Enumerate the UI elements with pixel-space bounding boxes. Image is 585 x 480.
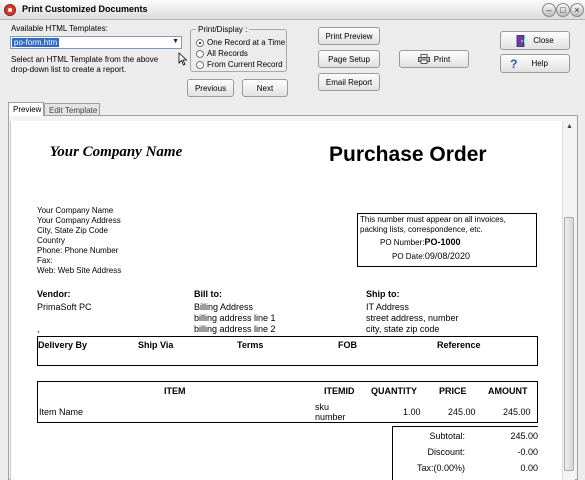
po-date-value: 09/08/2020 bbox=[424, 251, 470, 261]
radio-one-record[interactable]: One Record at a Time bbox=[196, 38, 285, 47]
discount-value: -0.00 bbox=[517, 447, 538, 457]
template-select[interactable]: po-form.htm ▼ bbox=[10, 36, 182, 49]
po-date-row: PO Date:09/08/2020 bbox=[392, 251, 470, 261]
print-preview-button[interactable]: Print Preview bbox=[318, 27, 380, 45]
vendor-block: Vendor: PrimaSoft PC , bbox=[37, 289, 92, 334]
column-header: Terms bbox=[237, 340, 264, 350]
column-header: QUANTITY bbox=[371, 386, 417, 396]
ship-to-block: Ship to: IT Address street address, numb… bbox=[366, 289, 459, 334]
scroll-up-icon[interactable]: ▲ bbox=[563, 121, 576, 133]
company-name-heading: Your Company Name bbox=[49, 144, 183, 160]
ship-line: IT Address bbox=[366, 302, 409, 312]
maximize-button[interactable]: □ bbox=[556, 3, 570, 17]
app-icon bbox=[4, 4, 16, 16]
template-select-value: po-form.htm bbox=[12, 38, 60, 47]
column-header: Ship Via bbox=[138, 340, 174, 350]
close-button-label: Close bbox=[533, 36, 554, 45]
po-notice-text: This number must appear on all invoices,… bbox=[360, 215, 506, 234]
bill-to-label: Bill to: bbox=[194, 289, 222, 299]
radio-selected-icon bbox=[196, 38, 204, 47]
column-header: Delivery By bbox=[38, 340, 88, 350]
templates-label: Available HTML Templates: bbox=[11, 24, 108, 33]
email-report-button[interactable]: Email Report bbox=[318, 73, 380, 91]
scrollbar-thumb[interactable] bbox=[564, 217, 574, 471]
item-name-cell: Item Name bbox=[39, 407, 84, 417]
radio-icon bbox=[196, 49, 204, 58]
document-title: Purchase Order bbox=[329, 143, 487, 166]
print-button[interactable]: Print bbox=[399, 50, 469, 68]
radio-from-current[interactable]: From Current Record bbox=[196, 60, 283, 69]
address-line: Phone: Phone Number bbox=[37, 246, 119, 255]
print-button-label: Print bbox=[433, 54, 451, 64]
amount-cell: 245.00 bbox=[503, 407, 531, 417]
column-header: Reference bbox=[437, 340, 481, 350]
next-button[interactable]: Next bbox=[242, 79, 288, 97]
po-number-row: PO Number:PO-1000 bbox=[380, 237, 461, 247]
help-button-label: Help bbox=[531, 59, 548, 68]
address-line: Country bbox=[37, 236, 66, 245]
subtotal-label: Subtotal: bbox=[429, 431, 465, 441]
template-help-text: Select an HTML Template from the above d… bbox=[11, 55, 159, 74]
column-header: PRICE bbox=[439, 386, 467, 396]
window-close-button[interactable]: × bbox=[570, 3, 584, 17]
po-number-value: PO-1000 bbox=[424, 237, 461, 247]
bill-line: billing address line 1 bbox=[194, 313, 276, 323]
preview-document[interactable]: Your Company Name Purchase Order Your Co… bbox=[10, 121, 562, 480]
mouse-cursor-icon bbox=[178, 52, 188, 66]
bill-to-block: Bill to: Billing Address billing address… bbox=[194, 289, 276, 334]
printer-icon bbox=[417, 54, 430, 64]
address-line: Fax: bbox=[37, 256, 53, 265]
price-cell: 245.00 bbox=[448, 407, 476, 417]
tax-value: 0.00 bbox=[520, 463, 538, 473]
radio-all-records[interactable]: All Records bbox=[196, 49, 248, 58]
items-table: ITEM ITEMID QUANTITY PRICE AMOUNT Item N… bbox=[37, 381, 538, 423]
help-button[interactable]: ? Help bbox=[500, 54, 570, 73]
column-header: ITEMID bbox=[324, 386, 355, 396]
column-header: FOB bbox=[338, 340, 357, 350]
address-line: Your Company Name bbox=[37, 206, 114, 215]
ship-line: street address, number bbox=[366, 313, 459, 323]
page-setup-button[interactable]: Page Setup bbox=[318, 50, 380, 68]
item-id-cell: number bbox=[315, 412, 346, 422]
vendor-line: , bbox=[37, 324, 40, 334]
radio-label: All Records bbox=[207, 49, 248, 58]
ship-line: city, state zip code bbox=[366, 324, 440, 334]
radio-icon bbox=[196, 60, 204, 69]
column-header: AMOUNT bbox=[488, 386, 528, 396]
address-line: City, State Zip Code bbox=[37, 226, 108, 235]
radio-label: From Current Record bbox=[207, 60, 283, 69]
title-bar: Print Customized Documents – □ × bbox=[0, 0, 585, 20]
tab-preview[interactable]: Preview bbox=[8, 102, 44, 116]
previous-button[interactable]: Previous bbox=[187, 79, 234, 97]
company-address-block: Your Company Name Your Company Address C… bbox=[37, 206, 177, 276]
door-exit-icon bbox=[516, 34, 527, 47]
help-icon: ? bbox=[510, 56, 518, 71]
quantity-cell: 1.00 bbox=[403, 407, 421, 417]
totals-box: Subtotal: 245.00 Discount: -0.00 Tax:(0.… bbox=[392, 426, 538, 480]
bill-line: Billing Address bbox=[194, 302, 254, 312]
ship-to-label: Ship to: bbox=[366, 289, 400, 299]
subtotal-value: 245.00 bbox=[510, 431, 538, 441]
column-header: ITEM bbox=[164, 386, 186, 396]
bill-line: billing address line 2 bbox=[194, 324, 276, 334]
po-notice-box: This number must appear on all invoices,… bbox=[357, 213, 537, 267]
minimize-button[interactable]: – bbox=[542, 3, 556, 17]
chevron-down-icon[interactable]: ▼ bbox=[172, 38, 179, 45]
vertical-scrollbar[interactable]: ▲ bbox=[562, 121, 575, 480]
tax-label: Tax:(0.00%) bbox=[416, 463, 465, 473]
close-button[interactable]: Close bbox=[500, 31, 570, 50]
address-line: Web: Web Site Address bbox=[37, 266, 122, 275]
radio-label: One Record at a Time bbox=[207, 38, 286, 47]
vendor-name: PrimaSoft PC bbox=[37, 302, 92, 312]
vendor-label: Vendor: bbox=[37, 289, 71, 299]
discount-label: Discount: bbox=[427, 447, 465, 457]
delivery-table: Delivery By Ship Via Terms FOB Reference bbox=[37, 336, 538, 366]
address-line: Your Company Address bbox=[37, 216, 121, 225]
item-id-cell: sku bbox=[315, 402, 330, 412]
window-title: Print Customized Documents bbox=[22, 4, 148, 14]
print-display-title: Print/Display : bbox=[196, 25, 250, 34]
